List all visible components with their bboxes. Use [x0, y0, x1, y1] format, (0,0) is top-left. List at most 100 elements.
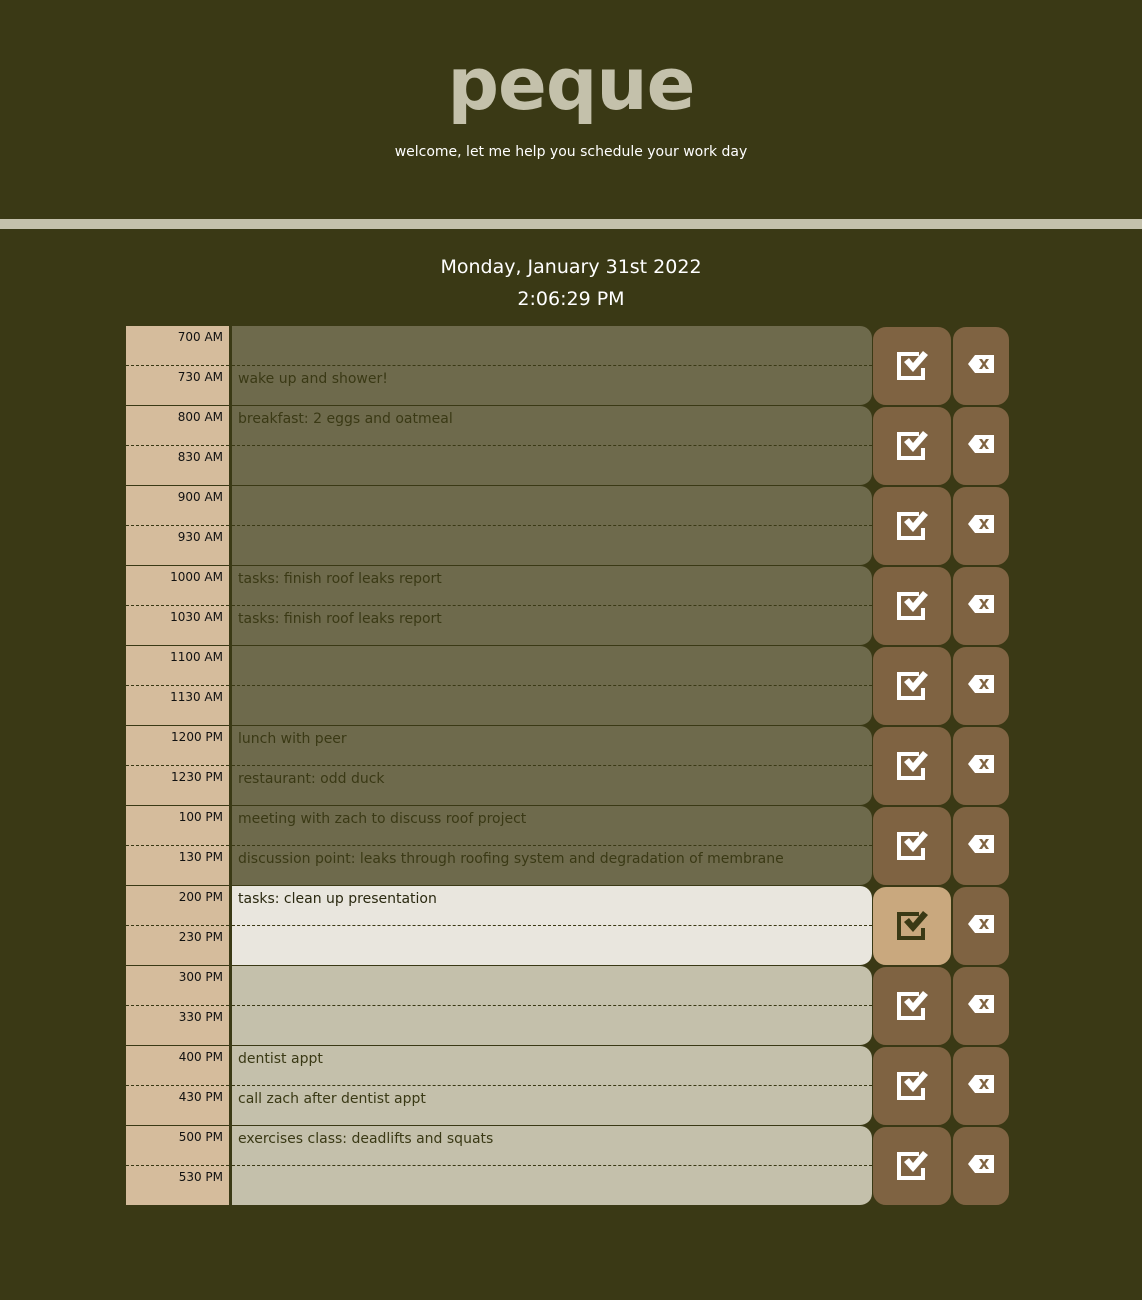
time-label: 1200 PM [126, 726, 229, 766]
time-label: 1000 AM [126, 566, 229, 606]
event-area: tasks: finish roof leaks report tasks: fi… [232, 566, 872, 646]
backspace-x-icon [968, 515, 994, 537]
event-text-input[interactable]: breakfast: 2 eggs and oatmeal [232, 406, 872, 446]
time-block: 100 PM 130 PM meeting with zach to discuss… [126, 806, 1013, 886]
backspace-x-icon [968, 1075, 994, 1097]
check-square-icon [894, 347, 930, 385]
event-text-input[interactable] [232, 526, 872, 565]
backspace-x-icon [968, 835, 994, 857]
save-button[interactable] [872, 1126, 952, 1206]
backspace-x-icon [968, 355, 994, 377]
save-button[interactable] [872, 486, 952, 566]
delete-button[interactable] [952, 1046, 1010, 1126]
save-button[interactable] [872, 326, 952, 406]
event-text-input[interactable]: discussion point: leaks through roofing … [232, 846, 872, 885]
time-block: 800 AM 830 AM breakfast: 2 eggs and oatmea… [126, 406, 1013, 486]
check-square-icon [894, 907, 930, 945]
time-label: 430 PM [178, 1090, 223, 1104]
time-label: 700 AM [126, 326, 229, 366]
event-text-input[interactable]: lunch with peer [232, 726, 872, 766]
event-text-input[interactable]: meeting with zach to discuss roof projec… [232, 806, 872, 846]
delete-button[interactable] [952, 1126, 1010, 1206]
time-label: 330 PM [178, 1010, 223, 1024]
delete-button[interactable] [952, 726, 1010, 806]
time-label: 530 PM [178, 1170, 223, 1184]
save-button[interactable] [872, 966, 952, 1046]
event-text-input[interactable]: restaurant: odd duck [232, 766, 872, 805]
save-button[interactable] [872, 646, 952, 726]
event-area [232, 486, 872, 566]
app-title: peque [447, 42, 696, 126]
event-text-input[interactable]: tasks: finish roof leaks report [232, 606, 872, 645]
time-block: 400 PM 430 PM dentist appt call zach after … [126, 1046, 1013, 1126]
event-text-input[interactable] [232, 326, 872, 366]
event-text-input[interactable] [232, 1166, 872, 1205]
time-labels: 1200 PM 1230 PM [126, 726, 232, 806]
time-labels: 200 PM 230 PM [126, 886, 232, 966]
time-labels: 100 PM 130 PM [126, 806, 232, 886]
time-block: 900 AM 930 AM [126, 486, 1013, 566]
save-button[interactable] [872, 566, 952, 646]
check-square-icon [894, 427, 930, 465]
event-area: exercises class: deadlifts and squats [232, 1126, 872, 1206]
time-label: 130 PM [178, 850, 223, 864]
event-text-input[interactable] [232, 966, 872, 1006]
time-label: 200 PM [126, 886, 229, 926]
time-label: 1230 PM [171, 770, 223, 784]
event-area [232, 966, 872, 1046]
time-labels: 800 AM 830 AM [126, 406, 232, 486]
time-labels: 1000 AM 1030 AM [126, 566, 232, 646]
time-block: 300 PM 330 PM [126, 966, 1013, 1046]
delete-button[interactable] [952, 806, 1010, 886]
time-block: 200 PM 230 PM tasks: clean up presentation [126, 886, 1013, 966]
time-labels: 700 AM 730 AM [126, 326, 232, 406]
save-button[interactable] [872, 406, 952, 486]
current-date: Monday, January 31st 2022 [440, 256, 702, 278]
event-text-input[interactable] [232, 446, 872, 485]
event-area: lunch with peer restaurant: odd duck [232, 726, 872, 806]
save-button[interactable] [872, 806, 952, 886]
check-square-icon [894, 587, 930, 625]
event-text-input[interactable]: dentist appt [232, 1046, 872, 1086]
current-time: 2:06:29 PM [517, 288, 625, 310]
event-text-input[interactable] [232, 486, 872, 526]
delete-button[interactable] [952, 646, 1010, 726]
time-label: 830 AM [177, 450, 223, 464]
app-subtitle: welcome, let me help you schedule your w… [394, 144, 748, 160]
save-button[interactable] [872, 726, 952, 806]
delete-button[interactable] [952, 326, 1010, 406]
delete-button[interactable] [952, 406, 1010, 486]
event-text-input[interactable]: tasks: clean up presentation [232, 886, 872, 926]
event-text-input[interactable] [232, 646, 872, 686]
delete-button[interactable] [952, 886, 1010, 966]
time-label: 400 PM [126, 1046, 229, 1086]
check-square-icon [894, 1147, 930, 1185]
save-button[interactable] [872, 1046, 952, 1126]
event-area: wake up and shower! [232, 326, 872, 406]
event-text-input[interactable] [232, 686, 872, 725]
event-text-input[interactable] [232, 1006, 872, 1045]
time-block: 1200 PM 1230 PM lunch with peer restaurant:… [126, 726, 1013, 806]
event-text-input[interactable]: wake up and shower! [232, 366, 872, 405]
time-label: 930 AM [177, 530, 223, 544]
time-label: 900 AM [126, 486, 229, 526]
event-area: tasks: clean up presentation [232, 886, 872, 966]
backspace-x-icon [968, 995, 994, 1017]
save-button[interactable] [872, 886, 952, 966]
delete-button[interactable] [952, 566, 1010, 646]
event-text-input[interactable] [232, 926, 872, 965]
check-square-icon [894, 987, 930, 1025]
event-text-input[interactable]: tasks: finish roof leaks report [232, 566, 872, 606]
time-label: 300 PM [126, 966, 229, 1006]
time-labels: 500 PM 530 PM [126, 1126, 232, 1206]
check-square-icon [894, 1067, 930, 1105]
event-text-input[interactable]: exercises class: deadlifts and squats [232, 1126, 872, 1166]
time-label: 800 AM [126, 406, 229, 446]
time-label: 730 AM [177, 370, 223, 384]
delete-button[interactable] [952, 486, 1010, 566]
time-block: 700 AM 730 AM wake up and shower! [126, 326, 1013, 406]
delete-button[interactable] [952, 966, 1010, 1046]
check-square-icon [894, 667, 930, 705]
event-text-input[interactable]: call zach after dentist appt [232, 1086, 872, 1125]
backspace-x-icon [968, 435, 994, 457]
